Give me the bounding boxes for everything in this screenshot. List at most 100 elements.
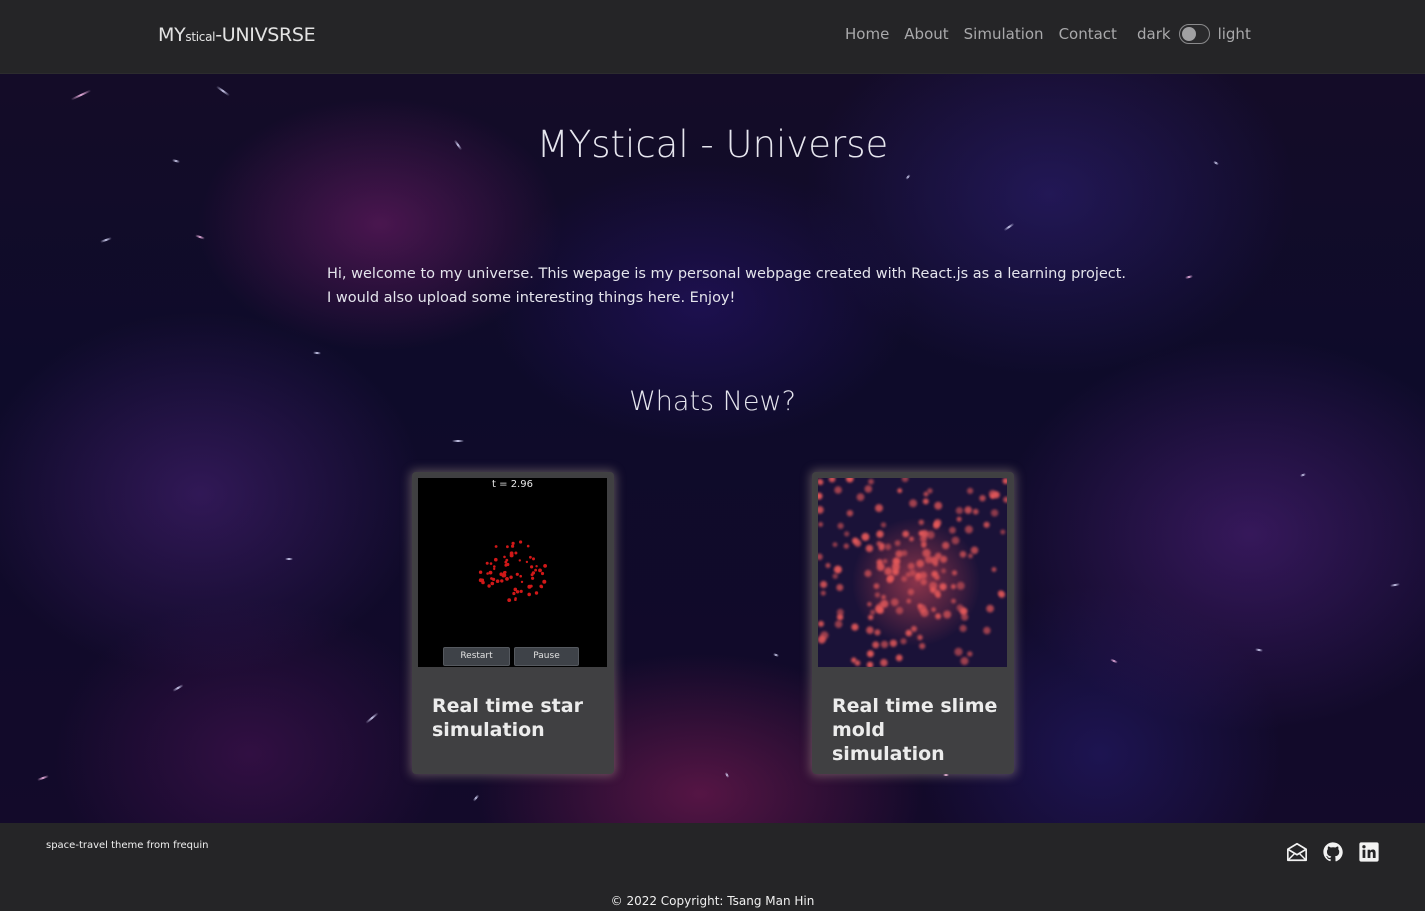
slime-particle [833, 565, 842, 574]
star-streak [1184, 274, 1194, 280]
star-particle [542, 579, 547, 584]
slime-particle [881, 594, 886, 600]
slime-particle [934, 501, 943, 510]
slime-particle [906, 598, 912, 604]
slime-particle [889, 639, 898, 647]
star-streak [1003, 222, 1015, 232]
nav-link-contact[interactable]: Contact [1059, 24, 1117, 44]
slime-particle [959, 607, 968, 616]
intro-line-1: Hi, welcome to my universe. This wepage … [327, 266, 1127, 282]
card-star-simulation[interactable]: t = 2.96 Restart Pause Real time star si… [412, 472, 614, 774]
slime-particle [955, 507, 963, 515]
github-icon[interactable] [1322, 841, 1344, 863]
star-streak [905, 174, 911, 180]
slime-particle [866, 626, 874, 634]
navbar: MYstical-UNIVSRSE Home About Simulation … [0, 0, 1425, 74]
slime-particle [882, 558, 888, 564]
slime-particle [865, 544, 874, 553]
slime-particle [907, 588, 915, 596]
star-streak [1389, 583, 1401, 587]
slime-particle [854, 660, 861, 666]
brand-logo[interactable]: MYstical-UNIVSRSE [158, 22, 316, 50]
social-links [1286, 841, 1380, 863]
slime-particle [874, 629, 881, 636]
slime-particle [949, 526, 956, 534]
card-slime-simulation[interactable]: Real time slime mold simulation [812, 472, 1014, 774]
star-particle [502, 573, 507, 578]
theme-light-label: light [1217, 25, 1251, 43]
slime-particle [921, 543, 927, 549]
star-particle [525, 560, 529, 564]
slime-particle [939, 583, 947, 591]
nav-links: Home About Simulation Contact [845, 24, 1117, 44]
star-particle [493, 565, 496, 568]
slime-particle [967, 487, 974, 494]
slime-particle [990, 509, 999, 517]
star-particle [493, 567, 496, 571]
pause-button[interactable]: Pause [514, 647, 579, 666]
slime-particle [933, 519, 942, 527]
slime-particle [844, 531, 850, 537]
star-particle [529, 555, 532, 559]
star-particle [514, 598, 517, 601]
slime-particle [818, 635, 826, 644]
slime-particle [884, 567, 893, 576]
slime-particle [964, 525, 973, 534]
nav-link-home[interactable]: Home [845, 24, 889, 44]
slime-particle [897, 488, 903, 494]
star-particle [503, 555, 506, 559]
star-particle [531, 576, 535, 580]
slime-particle [909, 536, 914, 542]
star-particle [529, 584, 533, 588]
star-particle [527, 592, 531, 597]
slime-particle [868, 614, 874, 620]
slime-particle [922, 498, 929, 505]
nav-link-simulation[interactable]: Simulation [964, 24, 1044, 44]
slime-particle [832, 573, 838, 579]
slime-particle [900, 638, 907, 645]
slime-particle [828, 478, 836, 483]
slime-particle [917, 603, 923, 609]
linkedin-icon[interactable] [1358, 841, 1380, 863]
slime-particle [846, 510, 854, 517]
slime-particle [891, 562, 900, 571]
star-particle [532, 557, 535, 561]
slime-particle [950, 584, 956, 590]
restart-button[interactable]: Restart [443, 647, 510, 666]
slime-particle [895, 550, 903, 558]
slime-particle [951, 536, 960, 545]
star-particle [489, 562, 493, 565]
slime-particle [1002, 478, 1007, 485]
slime-particle [942, 541, 950, 550]
star-particle [518, 559, 521, 562]
star-simulation-preview: t = 2.96 Restart Pause [418, 478, 607, 667]
star-particle [488, 570, 493, 575]
slime-particle [884, 543, 892, 550]
nav-link-about[interactable]: About [904, 24, 948, 44]
slime-particle [918, 519, 924, 525]
slime-particle [979, 495, 986, 502]
star-particle [519, 540, 523, 544]
slime-particle [818, 492, 823, 500]
star-particle [486, 572, 489, 575]
slime-particle [991, 567, 997, 572]
page-title: MYstical - Universe [536, 123, 889, 166]
slime-particle [818, 553, 823, 561]
slime-particle [970, 546, 979, 555]
slime-particle [818, 479, 824, 486]
slime-particle [818, 620, 824, 627]
mail-icon[interactable] [1286, 841, 1308, 863]
theme-switch[interactable] [1178, 24, 1210, 44]
slime-particle [951, 570, 958, 576]
slime-particle [915, 572, 921, 578]
slime-particle [951, 598, 956, 604]
slime-particle [852, 537, 859, 544]
star-particle [513, 587, 518, 592]
star-particles [478, 540, 547, 602]
slime-particle [834, 620, 843, 628]
star-particle [504, 563, 508, 567]
star-streak [452, 440, 464, 442]
slime-particle [820, 590, 826, 596]
star-streak [37, 775, 49, 781]
slime-particle [832, 542, 838, 547]
